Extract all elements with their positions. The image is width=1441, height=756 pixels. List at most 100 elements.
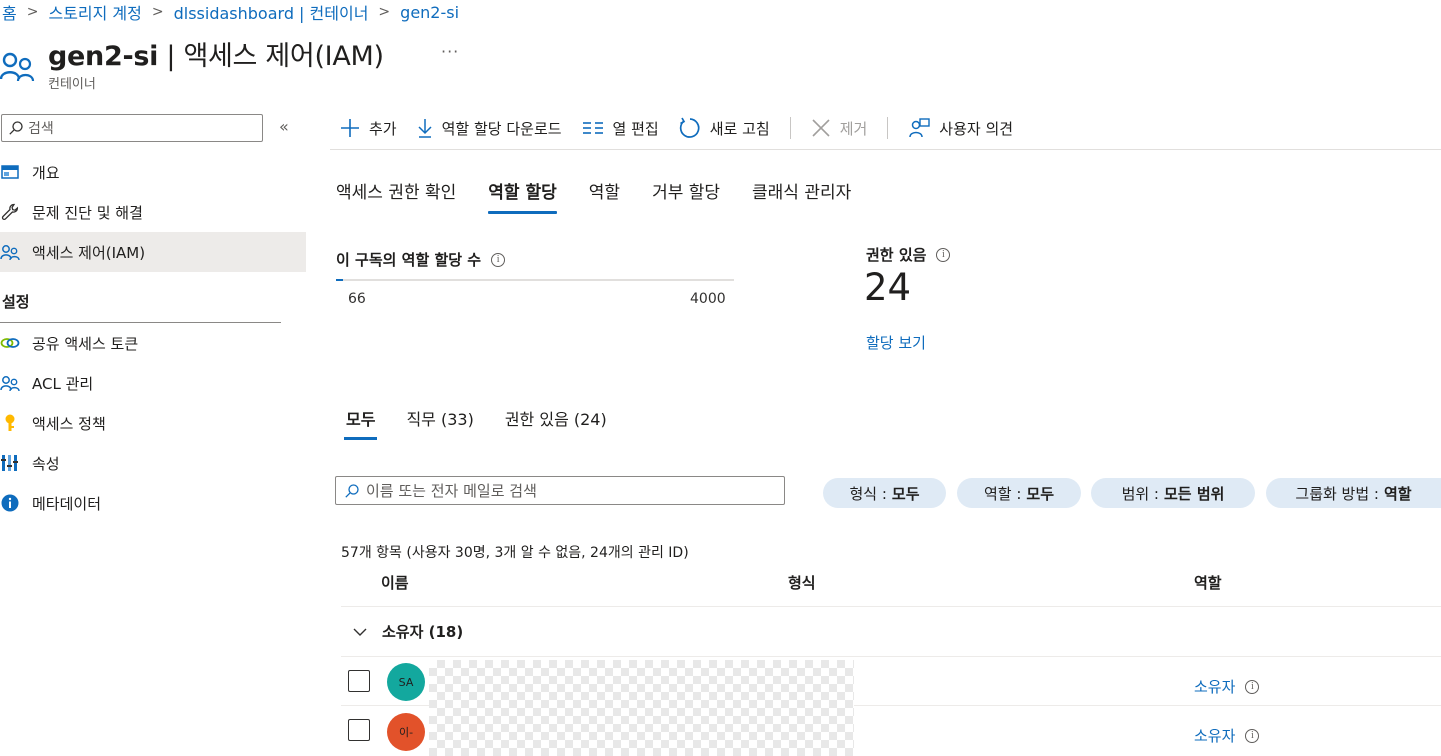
- remove-label: 제거: [839, 119, 868, 138]
- sidebar-item-iam[interactable]: 액세스 제어(IAM): [0, 232, 306, 272]
- sidebar-section-settings: 설정: [2, 293, 30, 311]
- tab-deny-assignments[interactable]: 거부 할당: [652, 178, 720, 214]
- refresh-button[interactable]: 새로 고침: [679, 117, 770, 139]
- subtab-job-function[interactable]: 직무 (33): [406, 406, 473, 440]
- toolbar-divider: [887, 117, 889, 139]
- plus-icon: [341, 119, 359, 137]
- remove-button[interactable]: 제거: [811, 118, 868, 139]
- info-icon: [0, 493, 20, 513]
- name-search-input[interactable]: 이름 또는 전자 메일로 검색: [335, 476, 785, 505]
- breadcrumb-current[interactable]: gen2-si: [400, 3, 459, 22]
- sidebar-search-input[interactable]: 검색: [1, 114, 263, 142]
- filter-pill-group-by[interactable]: 그룹화 방법 : 역할: [1266, 478, 1441, 508]
- download-icon: [418, 119, 432, 138]
- tab-check-access[interactable]: 액세스 권한 확인: [336, 178, 456, 214]
- column-header-role[interactable]: 역할: [1194, 572, 1222, 593]
- edit-columns-label: 열 편집: [612, 119, 659, 138]
- sidebar-item-acl[interactable]: ACL 관리: [0, 363, 306, 403]
- assignment-count-label: 이 구독의 역할 할당 수: [336, 251, 482, 269]
- tab-roles[interactable]: 역할: [589, 178, 620, 214]
- column-header-type[interactable]: 형식: [788, 572, 816, 593]
- subtab-all[interactable]: 모두: [343, 406, 378, 440]
- role-link[interactable]: 소유자: [1194, 725, 1235, 746]
- assignment-count-title: 이 구독의 역할 할당 수 i: [336, 249, 506, 270]
- people-icon: [0, 45, 36, 85]
- people-icon: [0, 242, 20, 262]
- filter-pill-key: 형식 :: [849, 484, 887, 503]
- assignment-count-current: 66: [348, 291, 366, 307]
- row-divider: [341, 606, 1441, 607]
- progress-fill: [336, 279, 343, 281]
- avatar: SA: [387, 663, 425, 701]
- filter-pill-key: 범위 :: [1121, 484, 1159, 503]
- filter-pill-value: 모두: [891, 484, 920, 503]
- sidebar-item-label: 개요: [32, 163, 60, 182]
- columns-icon: [582, 122, 603, 134]
- info-icon[interactable]: i: [1245, 679, 1260, 694]
- role-link[interactable]: 소유자: [1194, 676, 1235, 697]
- privileged-label: 권한 있음: [866, 246, 927, 264]
- sidebar-item-label: ACL 관리: [32, 374, 94, 393]
- breadcrumb-home[interactable]: 홈: [2, 0, 17, 24]
- sidebar-item-label: 문제 진단 및 해결: [32, 203, 143, 222]
- assignment-count-max: 4000: [690, 291, 726, 307]
- people-icon: [0, 373, 20, 393]
- collapse-sidebar-button[interactable]: «: [279, 117, 289, 136]
- tab-role-assignments[interactable]: 역할 할당: [488, 178, 558, 214]
- info-icon[interactable]: i: [1245, 728, 1260, 743]
- filter-pill-value: 모든 범위: [1164, 484, 1225, 503]
- info-icon[interactable]: i: [936, 247, 951, 262]
- sidebar-item-metadata[interactable]: 메타데이터: [0, 483, 306, 523]
- filter-pill-type[interactable]: 형식 : 모두: [823, 478, 946, 508]
- refresh-icon: [679, 117, 700, 138]
- feedback-icon: [909, 118, 930, 138]
- sidebar-item-diagnose[interactable]: 문제 진단 및 해결: [0, 192, 306, 232]
- chevron-right-icon: >: [378, 4, 391, 20]
- iam-tabs: 액세스 권한 확인 역할 할당 역할 거부 할당 클래식 관리자: [336, 178, 883, 214]
- breadcrumb: 홈 > 스토리지 계정 > dlssidashboard | 컨테이너 > ge…: [2, 0, 459, 24]
- sidebar-item-label: 속성: [32, 454, 60, 473]
- edit-columns-button[interactable]: 열 편집: [582, 118, 659, 139]
- feedback-button[interactable]: 사용자 의견: [908, 118, 1013, 139]
- tab-classic-administrators[interactable]: 클래식 관리자: [752, 178, 851, 214]
- download-label: 역할 할당 다운로드: [441, 119, 562, 138]
- refresh-label: 새로 고침: [709, 119, 770, 138]
- group-row-owner[interactable]: 소유자 (18): [352, 621, 463, 642]
- subtab-privileged[interactable]: 권한 있음 (24): [505, 406, 607, 440]
- sidebar-item-access-policy[interactable]: 액세스 정책: [0, 403, 306, 443]
- link-icon: [0, 333, 20, 353]
- chevron-right-icon: >: [151, 4, 164, 20]
- breadcrumb-containers[interactable]: dlssidashboard | 컨테이너: [174, 0, 369, 24]
- sidebar-item-label: 액세스 제어(IAM): [32, 243, 146, 262]
- sidebar-item-label: 액세스 정책: [32, 414, 106, 433]
- add-button[interactable]: 추가: [340, 118, 397, 139]
- name-search-placeholder: 이름 또는 전자 메일로 검색: [366, 482, 537, 500]
- more-options-button[interactable]: ···: [441, 42, 459, 61]
- breadcrumb-storage-accounts[interactable]: 스토리지 계정: [48, 0, 141, 24]
- download-button[interactable]: 역할 할당 다운로드: [417, 118, 562, 139]
- filter-pill-role[interactable]: 역할 : 모두: [957, 478, 1081, 508]
- table-row-role[interactable]: 소유자 i: [1194, 725, 1260, 746]
- row-checkbox[interactable]: [348, 670, 370, 692]
- page-subtitle: 컨테이너: [48, 77, 96, 92]
- sidebar-item-overview[interactable]: 개요: [0, 152, 306, 192]
- table-row-role[interactable]: 소유자 i: [1194, 676, 1260, 697]
- row-checkbox[interactable]: [348, 719, 370, 741]
- privileged-count: 24: [864, 266, 912, 309]
- overview-icon: [0, 162, 20, 182]
- row-divider: [341, 656, 1441, 657]
- column-header-name[interactable]: 이름: [381, 572, 409, 593]
- search-icon: [345, 483, 359, 498]
- page-title: gen2-si | 액세스 제어(IAM): [48, 41, 384, 72]
- filter-pill-value: 모두: [1026, 484, 1055, 503]
- sidebar-item-properties[interactable]: 속성: [0, 443, 306, 483]
- info-icon[interactable]: i: [491, 252, 506, 267]
- sidebar-search-placeholder: 검색: [28, 121, 54, 137]
- toolbar-divider-line: [330, 149, 1441, 150]
- sidebar-item-sas[interactable]: 공유 액세스 토큰: [0, 323, 306, 363]
- result-summary: 57개 항목 (사용자 30명, 3개 알 수 없음, 24개의 관리 ID): [341, 545, 689, 561]
- filter-pill-scope[interactable]: 범위 : 모든 범위: [1091, 478, 1255, 508]
- redacted-content: [429, 660, 854, 756]
- toolbar-divider: [789, 117, 791, 139]
- view-assignments-link[interactable]: 할당 보기: [866, 332, 926, 353]
